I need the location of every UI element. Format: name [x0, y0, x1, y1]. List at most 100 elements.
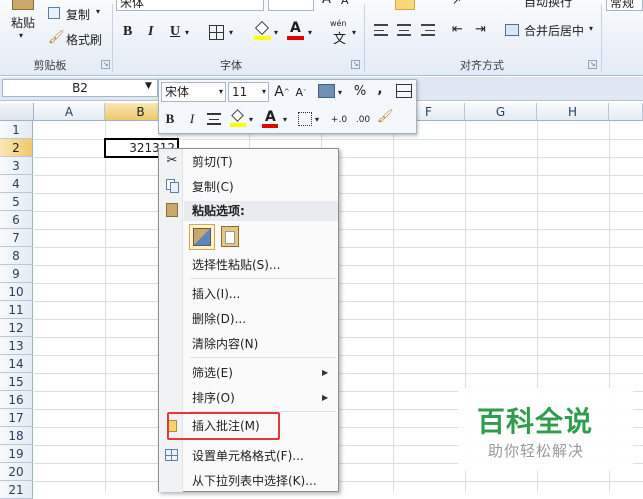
font-color-icon[interactable]: A — [262, 109, 278, 128]
grow-font-icon[interactable]: A — [322, 0, 331, 7]
brush-icon[interactable]: 🖌 — [377, 109, 394, 124]
decrease-indent-icon[interactable]: ⇤ — [452, 22, 463, 37]
chevron-down-icon[interactable]: ▾ — [338, 88, 342, 97]
font-size-combo[interactable] — [268, 0, 314, 11]
fill-color-icon[interactable] — [254, 20, 271, 40]
chevron-down-icon[interactable]: ▾ — [185, 28, 189, 37]
row-header-1[interactable]: 1 — [0, 121, 33, 139]
top-align-button[interactable] — [395, 0, 415, 10]
chevron-down-icon: ▾ — [218, 87, 223, 96]
shrink-font-icon[interactable]: Aˇ — [294, 84, 308, 102]
row-header-4[interactable]: 4 — [0, 175, 33, 193]
row-header-2[interactable]: 2 — [0, 139, 33, 157]
menu-item-paste-special[interactable]: 选择性粘贴(S)... — [192, 255, 280, 275]
column-header-a[interactable]: A — [34, 103, 105, 121]
chevron-down-icon[interactable]: ▾ — [308, 28, 312, 37]
menu-item-pick-from-list[interactable]: 从下拉列表中选择(K)... — [192, 471, 317, 491]
wrap-text-button[interactable]: 自动换行 — [505, 0, 597, 9]
chevron-down-icon: ▾ — [96, 7, 101, 16]
column-header-h[interactable]: H — [537, 103, 609, 121]
paste-options-header: 粘贴选项: — [192, 204, 245, 218]
mini-font-name-combo[interactable]: 宋体 ▾ — [161, 82, 226, 102]
mini-italic-button[interactable]: I — [185, 110, 199, 128]
paste-button[interactable]: 粘贴 ▾ — [4, 0, 42, 50]
increase-decimal-button[interactable]: +.0 — [328, 111, 350, 129]
borders-icon[interactable] — [209, 25, 224, 40]
mini-font-name-value: 宋体 — [165, 85, 190, 99]
align-left-icon[interactable] — [374, 24, 388, 36]
column-header-g[interactable]: G — [465, 103, 537, 121]
percent-style-button[interactable]: % — [353, 83, 367, 101]
chevron-down-icon[interactable]: ▾ — [283, 115, 287, 124]
chevron-down-icon[interactable]: ▼ — [145, 81, 152, 91]
grow-font-icon[interactable]: A^ — [274, 83, 290, 102]
row-header-14[interactable]: 14 — [0, 355, 33, 373]
dialog-launcher-icon[interactable]: ↘ — [101, 60, 110, 69]
mini-font-size-combo[interactable]: 11 ▾ — [228, 82, 269, 102]
font-name-value: 宋体 — [120, 0, 145, 10]
font-color-bar — [287, 36, 304, 40]
dialog-launcher-icon[interactable]: ↘ — [351, 60, 360, 69]
row-header-7[interactable]: 7 — [0, 229, 33, 247]
menu-item-format-cells[interactable]: 设置单元格格式(F)... — [192, 446, 304, 466]
comma-style-button[interactable]: , — [375, 81, 385, 99]
dialog-launcher-icon[interactable]: ↘ — [588, 60, 597, 69]
align-right-icon[interactable] — [421, 24, 435, 36]
menu-item-copy[interactable]: 复制(C) — [192, 177, 234, 197]
decrease-decimal-button[interactable]: .00 — [352, 111, 374, 129]
merge-center-button[interactable]: 合并后居中 ▾ — [505, 21, 597, 41]
phonetic-guide-button[interactable]: wén 文 — [329, 19, 353, 47]
menu-item-filter[interactable]: 筛选(E) — [192, 363, 233, 383]
row-header-8[interactable]: 8 — [0, 247, 33, 265]
menu-item-sort[interactable]: 排序(O) — [192, 388, 235, 408]
paste-option-formatting-button[interactable] — [189, 224, 215, 250]
group-divider — [601, 4, 602, 72]
row-header-21[interactable]: 21 — [0, 481, 33, 499]
number-format-combo[interactable]: 常规 — [606, 0, 643, 11]
font-name-combo[interactable]: 宋体 — [116, 0, 264, 11]
accounting-format-icon[interactable] — [318, 84, 335, 98]
center-align-icon[interactable] — [207, 113, 221, 125]
align-center-icon[interactable] — [397, 24, 411, 36]
menu-item-delete[interactable]: 删除(D)... — [192, 309, 246, 329]
paste-option-values-button[interactable] — [218, 224, 244, 250]
menu-item-clear-contents[interactable]: 清除内容(N) — [192, 334, 258, 354]
increase-indent-icon[interactable]: ⇥ — [475, 22, 486, 37]
chevron-down-icon[interactable]: ▾ — [229, 28, 233, 37]
row-header-20[interactable]: 20 — [0, 463, 33, 481]
row-header-9[interactable]: 9 — [0, 265, 33, 283]
row-header-10[interactable]: 10 — [0, 283, 33, 301]
chevron-down-icon[interactable]: ▾ — [352, 28, 356, 37]
row-header-17[interactable]: 17 — [0, 409, 33, 427]
name-box[interactable]: B2 — [2, 79, 158, 97]
format-painter-button[interactable]: 🖌 格式刷 — [48, 30, 108, 48]
row-header-18[interactable]: 18 — [0, 427, 33, 445]
fill-color-icon[interactable] — [230, 109, 246, 128]
row-header-11[interactable]: 11 — [0, 301, 33, 319]
row-header-16[interactable]: 16 — [0, 391, 33, 409]
borders-icon[interactable] — [298, 112, 312, 126]
row-header-3[interactable]: 3 — [0, 157, 33, 175]
copy-button[interactable]: 复制 ▾ — [48, 5, 108, 23]
mini-bold-button[interactable]: B — [163, 110, 177, 128]
menu-item-insert[interactable]: 插入(I)... — [192, 284, 240, 304]
shrink-font-icon[interactable]: A — [341, 0, 349, 7]
column-header-partial[interactable] — [609, 103, 643, 121]
chevron-down-icon[interactable]: ▾ — [315, 115, 319, 124]
chevron-down-icon[interactable]: ▾ — [274, 28, 278, 37]
orientation-icon[interactable]: ↗ — [452, 0, 461, 7]
chevron-down-icon[interactable]: ▾ — [249, 115, 253, 124]
row-header-5[interactable]: 5 — [0, 193, 33, 211]
select-all-corner[interactable] — [0, 103, 34, 121]
row-header-6[interactable]: 6 — [0, 211, 33, 229]
menu-item-cut[interactable]: 剪切(T) — [192, 152, 233, 172]
merge-icon[interactable] — [396, 84, 412, 98]
row-header-12[interactable]: 12 — [0, 319, 33, 337]
row-header-15[interactable]: 15 — [0, 373, 33, 391]
row-header-19[interactable]: 19 — [0, 445, 33, 463]
underline-button[interactable]: U — [170, 24, 180, 40]
font-color-icon[interactable]: A — [287, 20, 304, 40]
italic-button[interactable]: I — [148, 24, 153, 40]
bold-button[interactable]: B — [123, 24, 132, 40]
row-header-13[interactable]: 13 — [0, 337, 33, 355]
